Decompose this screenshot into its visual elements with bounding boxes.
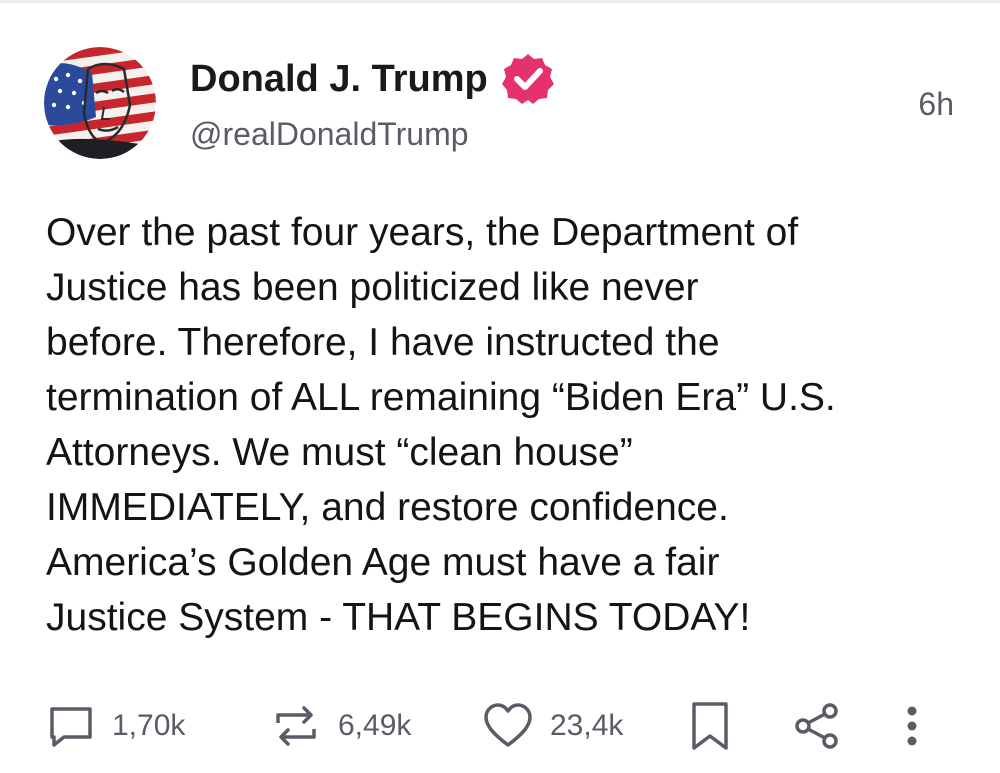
verified-badge-icon — [500, 51, 556, 107]
post-card: Donald J. Trump @realDonaldTrump 6h Over… — [0, 0, 1000, 773]
author-handle[interactable]: @realDonaldTrump — [190, 112, 469, 156]
share-icon — [792, 701, 842, 751]
like-count: 23,4k — [550, 709, 624, 742]
avatar-flag-portrait-icon — [44, 47, 156, 159]
reply-count: 1,70k — [112, 709, 186, 742]
post-body-text: Over the past four years, the Department… — [46, 211, 836, 639]
author-name-row: Donald J. Trump — [190, 53, 556, 105]
post-timestamp[interactable]: 6h — [918, 84, 954, 124]
heart-icon — [482, 701, 534, 751]
bookmark-button[interactable] — [688, 698, 732, 754]
post-actions-bar: 1,70k 6,49k 23,4k — [46, 698, 956, 754]
author-avatar[interactable] — [44, 47, 156, 159]
more-options-button[interactable] — [902, 698, 922, 754]
more-icon — [902, 701, 922, 751]
repost-button[interactable]: 6,49k — [270, 698, 411, 754]
like-button[interactable]: 23,4k — [482, 698, 623, 754]
repost-icon — [270, 701, 322, 751]
repost-count: 6,49k — [338, 709, 412, 742]
reply-icon — [46, 701, 96, 751]
reply-button[interactable]: 1,70k — [46, 698, 185, 754]
share-button[interactable] — [792, 698, 842, 754]
author-display-name[interactable]: Donald J. Trump — [190, 53, 488, 105]
bookmark-icon — [688, 700, 732, 752]
